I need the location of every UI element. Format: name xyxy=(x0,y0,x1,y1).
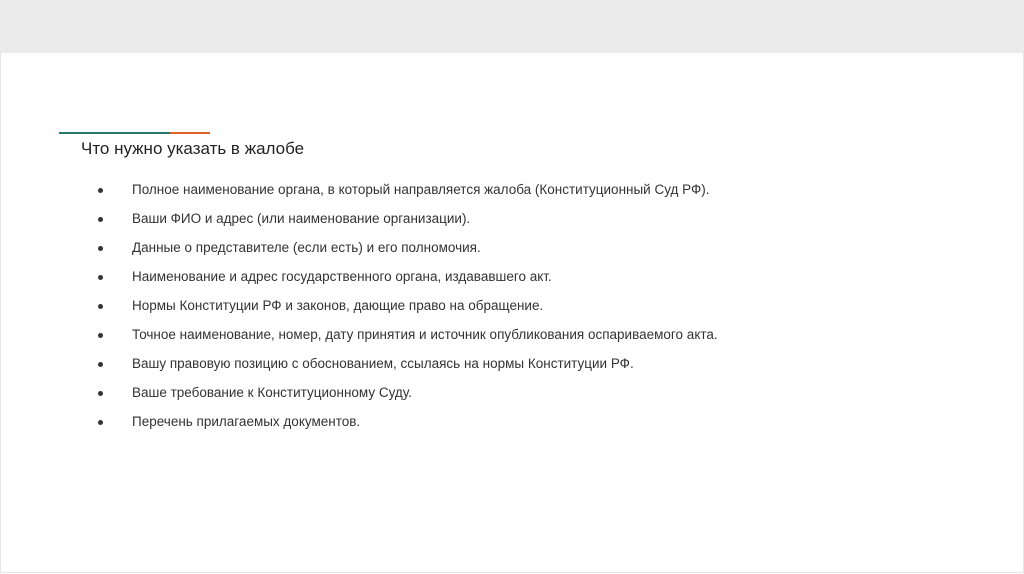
list-item-text: Полное наименование органа, в который на… xyxy=(132,182,710,197)
bullet-dot-icon xyxy=(98,275,103,280)
bullet-dot-icon xyxy=(98,304,103,309)
bullet-dot-icon xyxy=(98,246,103,251)
title-accent-teal xyxy=(59,132,170,134)
bullet-dot-icon xyxy=(98,362,103,367)
list-item-text: Ваши ФИО и адрес (или наименование орган… xyxy=(132,211,471,226)
list-item-text: Нормы Конституции РФ и законов, дающие п… xyxy=(132,298,544,313)
list-item-text: Перечень прилагаемых документов. xyxy=(132,414,361,429)
bullet-dot-icon xyxy=(98,333,103,338)
slide-title: Что нужно указать в жалобе xyxy=(81,139,305,158)
list-item-text: Точное наименование, номер, дату приняти… xyxy=(132,327,718,342)
list-item-text: Вашу правовую позицию с обоснованием, сс… xyxy=(132,356,634,371)
top-toolbar-band xyxy=(0,0,1024,53)
title-accent-orange xyxy=(170,132,210,134)
list-item-text: Наименование и адрес государственного ор… xyxy=(132,269,552,284)
bullet-dot-icon xyxy=(98,217,103,222)
list-item-text: Ваше требование к Конституционному Суду. xyxy=(132,385,412,400)
slide-canvas: Что нужно указать в жалобе Полное наимен… xyxy=(0,53,1024,573)
bullet-dot-icon xyxy=(98,391,103,396)
list-item-text: Данные о представителе (если есть) и его… xyxy=(132,240,481,255)
bullet-dot-icon xyxy=(98,420,103,425)
bullet-dot-icon xyxy=(98,188,103,193)
